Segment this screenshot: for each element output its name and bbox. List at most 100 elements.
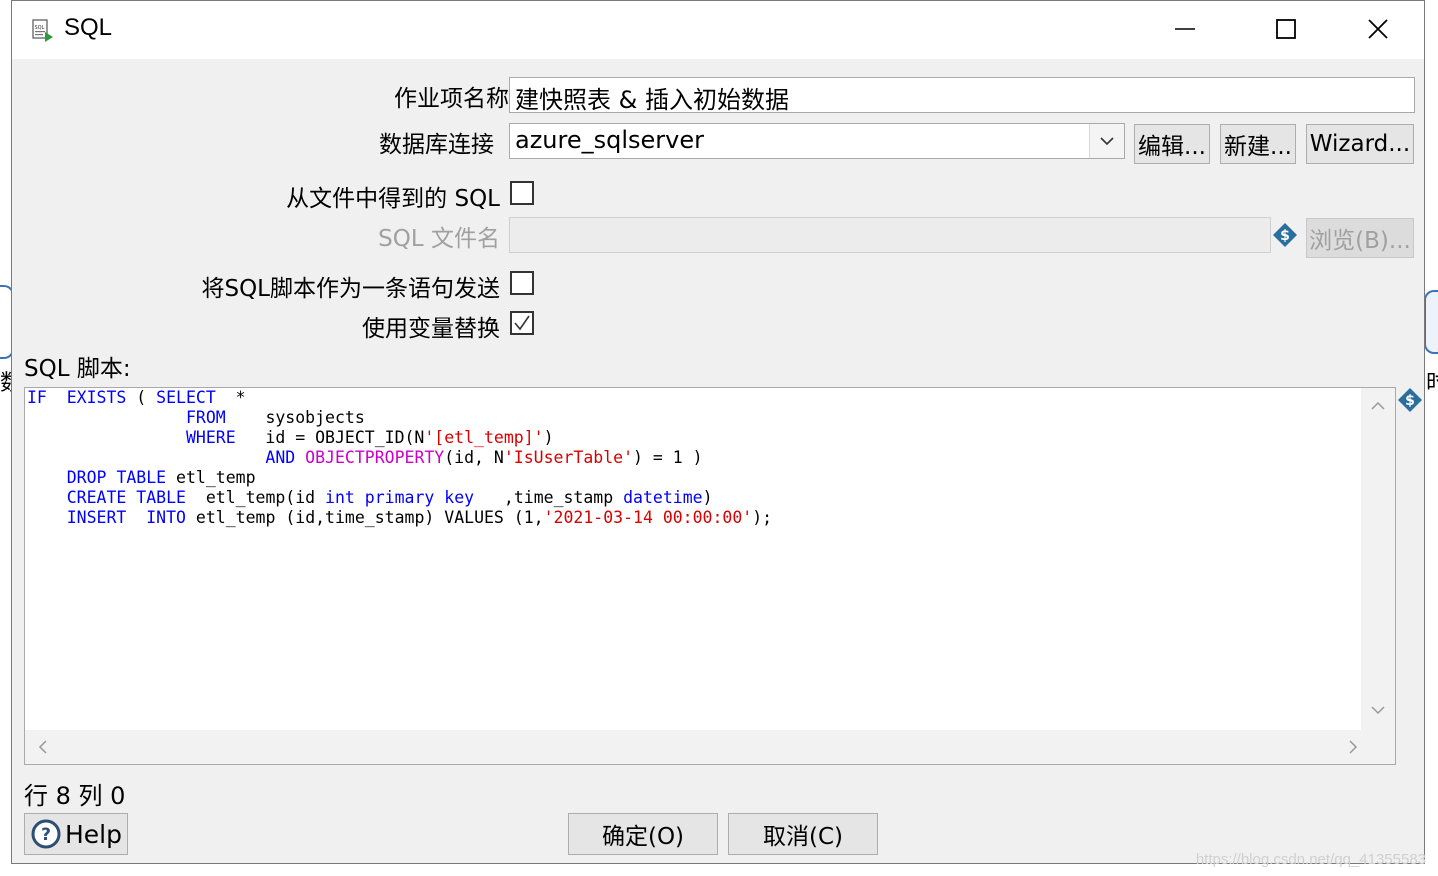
code-token: ) = 1 ) [633, 448, 703, 467]
close-icon [1368, 19, 1388, 39]
code-token: ,time_stamp [474, 488, 624, 507]
code-token: OBJECTPROPERTY [305, 448, 445, 467]
code-token: '2021-03-14 00:00:00' [543, 508, 753, 527]
title-bar[interactable]: SQL SQL [12, 1, 1424, 59]
sql-from-file-label: 从文件中得到的 SQL [286, 186, 500, 212]
help-question-icon: ? [31, 819, 61, 849]
code-line[interactable]: FROM sysobjects [27, 408, 772, 428]
code-token: key [444, 488, 475, 507]
db-connection-select[interactable]: azure_sqlserver [509, 123, 1125, 159]
minimize-button[interactable] [1162, 9, 1208, 49]
edit-connection-button[interactable]: 编辑... [1134, 124, 1210, 164]
code-token: ( [126, 388, 157, 407]
checkmark-icon [514, 315, 530, 331]
svg-text:SQL: SQL [35, 25, 45, 31]
watermark: https://blog.csdn.net/qq_41355583 [1195, 851, 1426, 868]
sql-filename-input[interactable] [509, 217, 1271, 253]
sql-from-file-checkbox[interactable] [510, 181, 534, 205]
sql-icon: SQL [32, 19, 53, 42]
code-token: FROM [185, 408, 226, 427]
vertical-scrollbar[interactable] [1361, 388, 1395, 730]
code-token: ) [702, 488, 713, 507]
background-canvas-node-right [1424, 290, 1438, 354]
send-as-single-checkbox[interactable] [510, 271, 534, 295]
code-token: * [215, 388, 246, 407]
code-token: IF [27, 388, 47, 407]
cancel-button[interactable]: 取消(C) [728, 813, 878, 855]
code-token: etl_temp (id,time_stamp) VALUES (1, [185, 508, 544, 527]
job-name-input[interactable]: 建快照表 & 插入初始数据 [509, 77, 1415, 113]
maximize-button[interactable] [1263, 9, 1309, 49]
horizontal-scrollbar[interactable] [25, 730, 1363, 764]
scrollbar-corner [1361, 730, 1395, 764]
code-token: id = OBJECT_ID(N [235, 428, 425, 447]
new-connection-button[interactable]: 新建... [1220, 124, 1296, 164]
use-variable-substitution-checkbox[interactable] [510, 311, 534, 335]
window-title: SQL [64, 14, 113, 41]
variable-dollar-icon[interactable]: $ [1397, 387, 1423, 413]
code-token: '[etl_temp]' [424, 428, 544, 447]
code-token: AND [265, 448, 296, 467]
code-token: INSERT [66, 508, 127, 527]
sql-code[interactable]: IF EXISTS ( SELECT * FROM sysobjects WHE… [27, 388, 772, 528]
code-token: int [325, 488, 355, 507]
code-token: sysobjects [225, 408, 365, 427]
code-token: ) [543, 428, 554, 447]
svg-text:$: $ [1280, 228, 1290, 244]
wizard-button[interactable]: Wizard... [1306, 124, 1414, 164]
maximize-icon [1276, 19, 1296, 39]
code-line[interactable]: DROP TABLE etl_temp [27, 468, 772, 488]
sql-editor[interactable]: IF EXISTS ( SELECT * FROM sysobjects WHE… [24, 387, 1396, 765]
code-token: SELECT [156, 388, 216, 407]
sql-dialog: SQL SQL 作业项名称 建快照表 & 插入初始数据 数据库连接 azure_… [11, 0, 1425, 864]
close-button[interactable] [1355, 9, 1401, 49]
sql-filename-label: SQL 文件名 [378, 226, 500, 252]
browse-button[interactable]: 浏览(B)... [1306, 218, 1414, 258]
svg-text:$: $ [1405, 393, 1415, 409]
chevron-down-icon[interactable] [1089, 124, 1124, 158]
code-token: 'IsUserTable' [503, 448, 633, 467]
scroll-right-icon[interactable] [1343, 737, 1363, 757]
code-token: CREATE [66, 488, 127, 507]
code-line[interactable]: AND OBJECTPROPERTY(id, N'IsUserTable') =… [27, 448, 772, 468]
ok-button[interactable]: 确定(O) [568, 813, 718, 855]
code-token: EXISTS [66, 388, 127, 407]
code-token: (id, N [444, 448, 504, 467]
help-label: Help [65, 819, 122, 849]
code-token: etl_temp(id [185, 488, 326, 507]
code-token: INTO [146, 508, 186, 527]
scroll-down-icon[interactable] [1368, 700, 1388, 720]
code-line[interactable]: IF EXISTS ( SELECT * [27, 388, 772, 408]
code-token: etl_temp [166, 468, 256, 487]
code-token: TABLE [136, 488, 186, 507]
code-token: datetime [623, 488, 703, 507]
svg-text:?: ? [41, 825, 51, 845]
code-line[interactable]: WHERE id = OBJECT_ID(N'[etl_temp]') [27, 428, 772, 448]
help-button[interactable]: ? Help [24, 813, 128, 855]
code-line[interactable]: INSERT INTO etl_temp (id,time_stamp) VAL… [27, 508, 772, 528]
db-connection-label: 数据库连接 [379, 132, 494, 158]
background-text-right: 时 [1426, 371, 1438, 396]
code-token: WHERE [185, 428, 236, 447]
cursor-position-status: 行 8 列 0 [24, 782, 126, 810]
code-token: DROP [66, 468, 107, 487]
scroll-up-icon[interactable] [1368, 396, 1388, 416]
use-variable-substitution-label: 使用变量替换 [362, 316, 500, 342]
send-as-single-label: 将SQL脚本作为一条语句发送 [201, 276, 500, 302]
scroll-left-icon[interactable] [33, 737, 53, 757]
variable-dollar-icon[interactable]: $ [1272, 222, 1298, 248]
job-name-label: 作业项名称 [394, 86, 509, 112]
code-line[interactable]: CREATE TABLE etl_temp(id int primary key… [27, 488, 772, 508]
sql-script-label: SQL 脚本: [24, 356, 131, 382]
